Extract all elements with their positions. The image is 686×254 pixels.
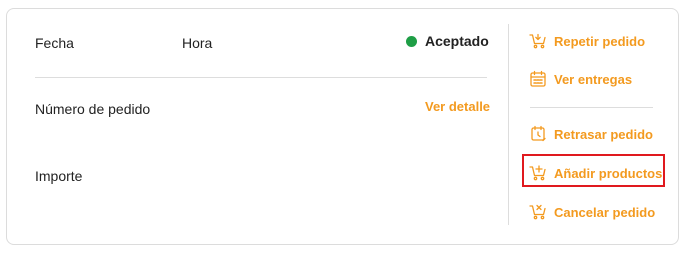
view-detail-link[interactable]: Ver detalle (425, 99, 490, 114)
repeat-order-label: Repetir pedido (554, 33, 646, 49)
vertical-divider (508, 24, 509, 225)
delay-clock-icon (529, 125, 547, 143)
date-label: Fecha (35, 35, 74, 51)
status-dot-icon (406, 35, 417, 47)
order-number-label: Número de pedido (35, 101, 151, 117)
amount-label: Importe (35, 168, 83, 184)
status-text: Aceptado (425, 33, 489, 49)
repeat-order-button[interactable]: Repetir pedido (529, 31, 645, 51)
delay-order-label: Retrasar pedido (554, 126, 653, 142)
view-deliveries-button[interactable]: Ver entregas (529, 69, 632, 89)
add-products-button[interactable]: Añadir productos (529, 163, 662, 183)
time-label: Hora (182, 35, 213, 51)
delay-order-button[interactable]: Retrasar pedido (529, 124, 653, 144)
cart-repeat-icon (529, 32, 547, 50)
actions-divider (530, 107, 653, 108)
cart-plus-icon (529, 164, 547, 182)
cancel-order-label: Cancelar pedido (554, 204, 656, 220)
divider (35, 77, 487, 78)
cancel-order-button[interactable]: Cancelar pedido (529, 202, 655, 222)
status-badge: Aceptado (406, 33, 489, 49)
add-products-label: Añadir productos (554, 165, 663, 181)
cart-cancel-icon (529, 203, 547, 221)
calendar-icon (529, 70, 547, 88)
view-deliveries-label: Ver entregas (554, 71, 633, 87)
